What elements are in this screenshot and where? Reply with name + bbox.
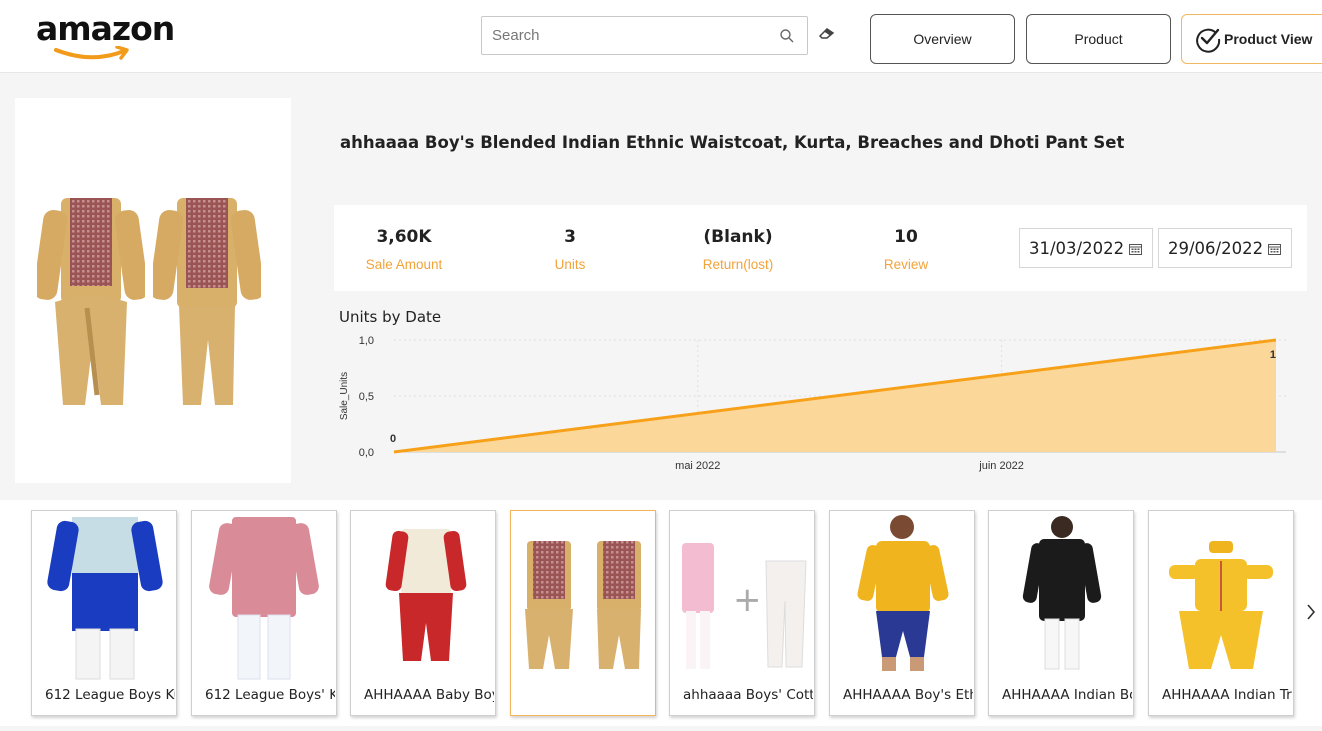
product-button[interactable]: Product xyxy=(1026,14,1171,64)
data-label: 0 xyxy=(390,433,396,445)
product-thumbnail-label: AHHAAAA Indian Tr xyxy=(1162,687,1292,703)
product-view-button-label: Product View xyxy=(1224,31,1313,47)
check-circle-icon xyxy=(1196,28,1221,53)
start-date-value: 31/03/2022 xyxy=(1029,239,1125,258)
overview-button-label: Overview xyxy=(913,31,972,47)
product-thumbnail-image xyxy=(209,517,319,680)
product-thumbnail[interactable]: 612 League Boys' K xyxy=(191,510,337,716)
kpi-value: 3,60K xyxy=(376,227,432,247)
svg-text:+: + xyxy=(733,580,762,620)
data-label: 1 xyxy=(1270,349,1276,361)
x-tick-label: mai 2022 xyxy=(675,460,720,472)
product-thumbnail-label: AHHAAAA Baby Boy xyxy=(364,687,494,703)
kpi-value: 3 xyxy=(564,227,576,247)
chart-x-axis: mai 2022 juin 2022 xyxy=(675,460,1024,472)
product-thumbnail-label: ahhaaaa Boys' Cotto xyxy=(683,687,813,703)
product-button-label: Product xyxy=(1074,31,1123,47)
kpi-sale-amount: 3,60K Sale Amount xyxy=(334,227,474,272)
product-thumbnail-label: AHHAAAA Indian Bo xyxy=(1002,687,1132,703)
chevron-right-icon[interactable] xyxy=(1304,602,1318,622)
product-thumbnail-label: 612 League Boys' K xyxy=(205,687,335,703)
logo-text: amazon xyxy=(36,9,175,48)
product-image-panel xyxy=(15,98,291,483)
product-thumbnail[interactable]: + ahhaaaa Boys' Cotto xyxy=(669,510,815,716)
y-tick-label: 1,0 xyxy=(359,335,374,347)
x-tick-label: juin 2022 xyxy=(978,460,1024,472)
end-date-value: 29/06/2022 xyxy=(1168,239,1264,258)
product-image-outfit-front xyxy=(37,198,145,405)
calendar-icon[interactable] xyxy=(1129,243,1142,255)
product-thumbnail-image xyxy=(385,529,467,661)
product-thumbnail-selected[interactable] xyxy=(510,510,656,716)
kpi-label: Sale Amount xyxy=(365,257,443,272)
chart-plot: 0,0 0,5 1,0 mai 2022 juin 2022 0 1 Sale_Unit… xyxy=(339,335,1286,472)
kpi-card: 3,60K Sale Amount 3 Units (Blank) Return… xyxy=(334,205,1307,291)
search-icon[interactable] xyxy=(779,28,795,44)
product-thumbnail-label: 612 League Boys Ku xyxy=(45,687,175,703)
amazon-logo: amazon xyxy=(36,12,186,62)
product-thumbnail[interactable]: AHHAAAA Indian Bo xyxy=(988,510,1134,716)
product-thumbnail[interactable]: AHHAAAA Indian Tr xyxy=(1148,510,1294,716)
product-thumbnail[interactable]: AHHAAAA Baby Boy xyxy=(350,510,496,716)
kpi-label: Units xyxy=(554,257,586,272)
kpi-return-lost: (Blank) Return(lost) xyxy=(668,227,808,272)
product-thumbnail[interactable]: AHHAAAA Boy's Eth xyxy=(829,510,975,716)
product-thumbnail-image xyxy=(1022,516,1102,670)
product-thumbnail-image xyxy=(47,517,163,680)
product-image-outfit-back xyxy=(153,198,261,405)
y-tick-label: 0,5 xyxy=(359,391,374,403)
search-input[interactable] xyxy=(482,17,772,54)
product-thumbnail-image xyxy=(1169,541,1273,669)
y-tick-label: 0,0 xyxy=(359,447,374,459)
product-thumbnail-image xyxy=(525,541,641,669)
logo-smile-icon xyxy=(54,46,129,60)
kpi-label: Review xyxy=(883,257,929,272)
search-box[interactable] xyxy=(481,16,808,55)
product-view-button[interactable]: Product View xyxy=(1181,14,1322,64)
top-bar: amazon Overview Product Product View xyxy=(0,0,1322,73)
product-thumbnail-label: AHHAAAA Boy's Eth xyxy=(843,687,973,703)
kpi-label: Return(lost) xyxy=(702,257,774,272)
product-title: ahhaaaa Boy's Blended Indian Ethnic Wais… xyxy=(340,133,1125,152)
calendar-icon[interactable] xyxy=(1268,243,1281,255)
product-carousel: 612 League Boys Ku 612 League Boys' K AH… xyxy=(0,500,1322,726)
start-date-input[interactable]: 31/03/2022 xyxy=(1019,228,1153,268)
product-thumbnail[interactable]: 612 League Boys Ku xyxy=(31,510,177,716)
chart-y-axis-title: Sale_Units xyxy=(339,372,350,420)
units-by-date-chart: Units by Date 0,0 0,5 1,0 mai 2022 juin 202… xyxy=(334,300,1307,490)
end-date-input[interactable]: 29/06/2022 xyxy=(1158,228,1292,268)
overview-button[interactable]: Overview xyxy=(870,14,1015,64)
kpi-value: (Blank) xyxy=(703,227,773,247)
chart-y-axis: 0,0 0,5 1,0 xyxy=(359,335,374,459)
product-thumbnail-image: + xyxy=(682,543,807,669)
eraser-icon[interactable] xyxy=(818,26,836,40)
kpi-review: 10 Review xyxy=(836,227,976,272)
kpi-value: 10 xyxy=(894,227,918,247)
kpi-units: 3 Units xyxy=(500,227,640,272)
product-thumbnail-image xyxy=(857,515,949,671)
